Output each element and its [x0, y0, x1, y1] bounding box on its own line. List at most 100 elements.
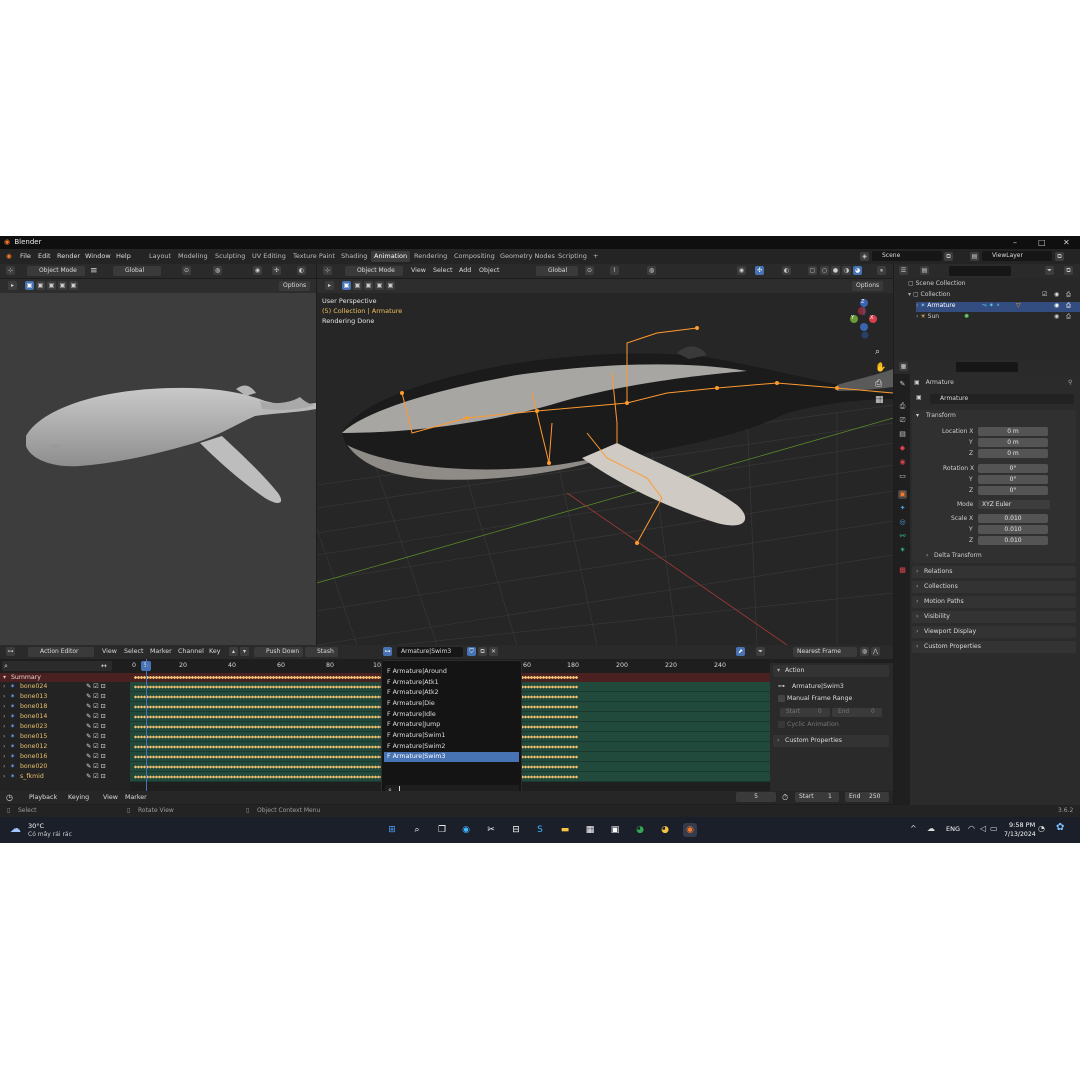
tab-modeling[interactable]: Modeling: [175, 251, 211, 262]
timeline-editor-icon[interactable]: ◷: [6, 791, 13, 804]
rotation-x-field[interactable]: 0°: [978, 464, 1048, 473]
channel-bone024[interactable]: › ✶ bone024 ✎ ☑ ⊡: [0, 682, 130, 692]
channel-modifier-icons[interactable]: ✎ ☑ ⊡: [86, 762, 106, 772]
menu-window[interactable]: Window: [85, 249, 111, 264]
swap-icon[interactable]: ↔: [101, 659, 107, 673]
proportional-edit-icon[interactable]: ◍: [860, 647, 869, 656]
sun-camera-icon[interactable]: ⎙: [1066, 313, 1071, 321]
rotation-z-field[interactable]: 0°: [978, 486, 1048, 495]
left-viewport[interactable]: [0, 293, 316, 645]
new-scene-icon[interactable]: ⧉: [944, 252, 953, 261]
armature-camera-icon[interactable]: ⎙: [1066, 302, 1071, 310]
custom-properties-panel[interactable]: Custom Properties: [912, 641, 1076, 653]
channel-modifier-icons[interactable]: ✎ ☑ ⊡: [86, 752, 106, 762]
blender-taskbar-icon[interactable]: ◉: [683, 823, 697, 837]
select-subtract-icon[interactable]: ▣: [47, 281, 56, 290]
collection-row[interactable]: ▾ ▢ Collection: [908, 291, 950, 298]
channel-expand-icon[interactable]: ›: [3, 702, 5, 712]
channel-modifier-icons[interactable]: ✎ ☑ ⊡: [86, 732, 106, 742]
play-icon[interactable]: ▸: [8, 281, 17, 290]
pause-render-icon[interactable]: ⏸: [877, 266, 886, 275]
shading-material-icon[interactable]: ◑: [842, 266, 851, 275]
app-doc-icon[interactable]: ▣: [608, 823, 622, 837]
channel-expand-icon[interactable]: ›: [3, 752, 5, 762]
output-tab-icon[interactable]: ⎚: [898, 416, 907, 425]
menu-help[interactable]: Help: [116, 249, 131, 264]
channel-expand-icon[interactable]: ›: [3, 682, 5, 692]
tab-scripting[interactable]: Scripting: [555, 251, 590, 262]
push-down-button[interactable]: Push Down: [254, 647, 304, 657]
action-browse-icon[interactable]: ⊶: [383, 647, 392, 656]
sun-eye-icon[interactable]: ◉: [1054, 313, 1059, 320]
editor-type-icon[interactable]: ⊹: [6, 266, 15, 275]
new-collection-icon[interactable]: ⧉: [1064, 266, 1073, 275]
notification-bell-icon[interactable]: ◔: [1038, 824, 1045, 833]
delta-transform-panel[interactable]: Delta Transform: [934, 552, 982, 559]
main-select-subtract-icon[interactable]: ▣: [364, 281, 373, 290]
snipping-tool-icon[interactable]: ✂: [484, 823, 498, 837]
pan-hand-icon[interactable]: ✋: [875, 363, 886, 373]
edge-browser-icon[interactable]: ◉: [459, 823, 473, 837]
main-orientation-selector[interactable]: Global: [536, 266, 578, 276]
channel-bone014[interactable]: › ✶ bone014 ✎ ☑ ⊡: [0, 712, 130, 722]
main-options-button[interactable]: Options: [852, 281, 884, 291]
file-explorer-icon[interactable]: ▬: [558, 823, 572, 837]
channel-bone018[interactable]: › ✶ bone018 ✎ ☑ ⊡: [0, 702, 130, 712]
tab-layout[interactable]: Layout: [146, 251, 174, 262]
channel-s-fkmid[interactable]: › ✶ s_fkmid ✎ ☑ ⊡: [0, 772, 130, 782]
texture-tab-icon[interactable]: ▩: [898, 566, 907, 575]
armature-eye-icon[interactable]: ◉: [1054, 302, 1059, 309]
clock-time[interactable]: 9:58 PM: [1009, 821, 1035, 829]
action-option-idle[interactable]: F Armature|Idle: [384, 710, 519, 720]
main-visibility-icon[interactable]: ◉: [737, 266, 746, 275]
ae-menu-key[interactable]: Key: [209, 645, 220, 659]
weather-icon[interactable]: ☁: [10, 822, 21, 835]
gizmo-icon[interactable]: ✣: [272, 266, 281, 275]
layer-up-icon[interactable]: ▴: [229, 647, 238, 656]
stopwatch-icon[interactable]: ⏱: [782, 791, 788, 804]
timeline-menu-marker[interactable]: Marker: [125, 791, 147, 804]
tray-expand-icon[interactable]: ^: [910, 824, 917, 833]
channel-expand-icon[interactable]: ›: [3, 742, 5, 752]
collections-panel[interactable]: Collections: [912, 581, 1076, 593]
new-view-layer-icon[interactable]: ⧉: [1055, 252, 1064, 261]
action-option-swim3[interactable]: F Armature|Swim3: [384, 752, 519, 762]
location-x-field[interactable]: 0 m: [978, 427, 1048, 436]
display-mode-icon[interactable]: ▤: [920, 266, 929, 275]
main-menu-add[interactable]: Add: [459, 264, 471, 278]
transform-expand-icon[interactable]: ▾: [916, 412, 919, 419]
end-frame-field[interactable]: End 250: [845, 792, 889, 802]
current-frame-field[interactable]: 5: [736, 792, 776, 802]
armature-data-tab-icon[interactable]: ✶: [898, 546, 907, 555]
channel-modifier-icons[interactable]: ✎ ☑ ⊡: [86, 692, 106, 702]
scene-icon[interactable]: ◈: [860, 252, 869, 261]
ae-menu-channel[interactable]: Channel: [178, 645, 204, 659]
channel-modifier-icons[interactable]: ✎ ☑ ⊡: [86, 682, 106, 692]
language-indicator[interactable]: ENG: [946, 825, 960, 833]
navigation-gizmo[interactable]: Z X Y: [842, 297, 886, 341]
snap-mode-selector[interactable]: Nearest Frame: [793, 647, 857, 657]
action-panel-expand-icon[interactable]: ▾: [777, 665, 780, 677]
viewport-display-panel[interactable]: Viewport Display: [912, 626, 1076, 638]
collection-camera-icon[interactable]: ⎙: [1066, 291, 1071, 299]
stash-button[interactable]: Stash: [305, 647, 338, 657]
scene-tab-icon[interactable]: ◆: [898, 444, 907, 453]
speaker-icon[interactable]: ◁: [980, 824, 986, 833]
action-option-atk2[interactable]: F Armature|Atk2: [384, 688, 519, 698]
object-name-field[interactable]: Armature: [930, 394, 1074, 404]
sun-expand-icon[interactable]: ›: [916, 313, 918, 320]
store-icon[interactable]: ⊟: [509, 823, 523, 837]
proportional-icon[interactable]: ◍: [213, 266, 222, 275]
close-button[interactable]: ✕: [1063, 236, 1070, 249]
clock-date[interactable]: 7/13/2024: [1004, 831, 1036, 838]
main-select-extend-icon[interactable]: ▣: [353, 281, 362, 290]
filter-icon[interactable]: ⏷: [1045, 266, 1054, 275]
manual-range-checkbox[interactable]: [778, 695, 785, 702]
channel-modifier-icons[interactable]: ✎ ☑ ⊡: [86, 722, 106, 732]
collection-eye-icon[interactable]: ◉: [1054, 291, 1059, 298]
copilot-icon[interactable]: ✿: [1056, 822, 1064, 833]
channel-expand-icon[interactable]: ›: [3, 692, 5, 702]
action-name-field[interactable]: Armature|Swim3: [397, 647, 463, 657]
rotation-y-field[interactable]: 0°: [978, 475, 1048, 484]
tab-animation[interactable]: Animation: [371, 251, 411, 262]
